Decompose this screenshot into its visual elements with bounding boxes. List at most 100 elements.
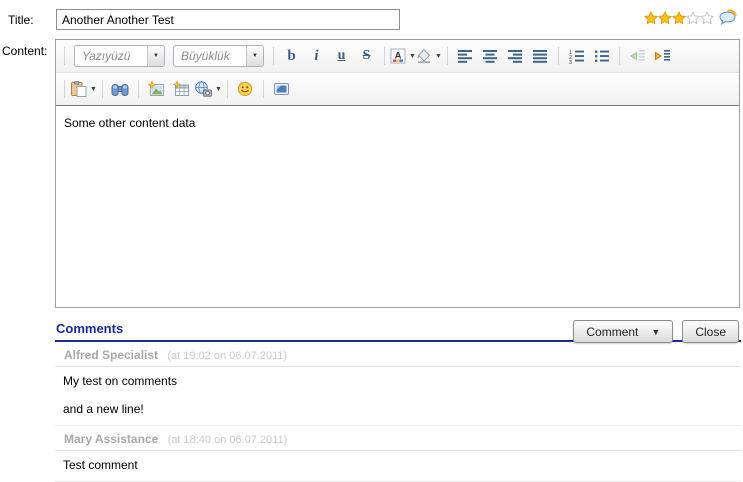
comments-list: Alfred Specialist (at 19:02 on 06.07.201…	[55, 342, 741, 482]
chevron-down-icon: ▼	[434, 52, 442, 60]
underline-icon: u	[337, 48, 346, 63]
toolbar-separator	[226, 80, 228, 98]
indent-icon	[654, 50, 670, 61]
unordered-list-icon	[594, 50, 609, 62]
font-color-button[interactable]: A ▼	[390, 44, 416, 69]
chevron-down-icon[interactable]: ▼	[147, 46, 164, 66]
insert-table-button[interactable]	[169, 77, 194, 102]
comment-bubble-icon[interactable]	[718, 9, 738, 26]
editor-content[interactable]: Some other content data	[56, 106, 739, 307]
comment-body-line	[63, 388, 733, 402]
toolbar-separator	[137, 80, 139, 98]
toolbar-separator	[64, 47, 65, 65]
find-button[interactable]	[108, 77, 133, 102]
chevron-down-icon[interactable]: ▼	[246, 46, 263, 66]
toolbar-separator	[262, 80, 264, 98]
paste-button[interactable]: ▼	[70, 77, 97, 102]
comment-body-line: Test comment	[63, 458, 138, 472]
font-size-value: Büyüklük	[181, 49, 230, 63]
strikethrough-button[interactable]: S	[354, 44, 379, 69]
insert-image-button[interactable]	[144, 77, 169, 102]
comments-section: Comments Comment ▼ Close Alfred Speciali…	[55, 316, 741, 482]
toolbar-separator	[101, 80, 103, 98]
insert-media-icon	[195, 81, 212, 97]
ordered-list-icon: 1 2 3	[569, 50, 584, 64]
paste-icon	[71, 81, 87, 97]
chevron-down-icon: ▼	[409, 52, 416, 60]
comment-body: Test comment	[55, 451, 741, 481]
star-rating-stars[interactable]	[644, 10, 714, 25]
chevron-down-icon: ▼	[651, 326, 661, 337]
screen-icon	[273, 83, 289, 95]
star-icon[interactable]	[686, 10, 700, 25]
justify-button[interactable]	[528, 44, 553, 69]
font-color-icon: A	[390, 48, 406, 64]
toolbar-separator	[557, 47, 559, 65]
editor-toolbar-row1: Yazıyüzü ▼ Büyüklük ▼ b i u S A ▼ ▼ 1 2 …	[56, 40, 739, 73]
align-right-icon	[508, 50, 523, 63]
toolbar-separator	[618, 47, 620, 65]
comment-body: My test on comments and a new line!	[55, 367, 741, 425]
bold-icon: b	[287, 47, 296, 64]
toolbar-separator	[273, 47, 274, 65]
background-color-button[interactable]: ▼	[416, 44, 442, 69]
ordered-list-button[interactable]: 1 2 3	[564, 44, 589, 69]
comment-body-line: My test on comments	[63, 374, 178, 388]
star-rating[interactable]	[644, 9, 738, 26]
close-button-label: Close	[695, 324, 726, 339]
comments-heading: Comments	[56, 321, 124, 336]
comment-author: Mary Assistance	[64, 432, 159, 446]
align-center-icon	[483, 50, 498, 63]
insert-table-icon	[172, 81, 189, 96]
comment-button-label: Comment	[586, 324, 639, 339]
comment-timestamp: (at 18:40 on 06.07.2011)	[167, 434, 288, 446]
content-label: Content:	[2, 44, 48, 58]
close-button[interactable]: Close	[682, 320, 739, 343]
comment-item: Alfred Specialist (at 19:02 on 06.07.201…	[55, 342, 741, 426]
svg-text:3: 3	[569, 60, 572, 64]
unordered-list-button[interactable]	[589, 44, 614, 69]
comment-header: Alfred Specialist (at 19:02 on 06.07.201…	[55, 342, 741, 367]
binoculars-icon	[111, 83, 129, 96]
title-input[interactable]	[56, 9, 400, 30]
italic-button[interactable]: i	[304, 44, 329, 69]
smiley-icon	[238, 81, 253, 97]
star-icon[interactable]	[658, 10, 672, 25]
star-icon[interactable]	[700, 10, 714, 25]
align-left-icon	[458, 50, 473, 63]
comments-actions: Comment ▼ Close	[573, 320, 739, 343]
strikethrough-icon: S	[362, 48, 371, 63]
font-family-combo[interactable]: Yazıyüzü ▼	[74, 45, 165, 67]
comment-item: Mary Assistance (at 18:40 on 06.07.2011)…	[55, 426, 741, 482]
preview-button[interactable]	[269, 77, 294, 102]
outdent-icon	[629, 50, 645, 61]
comments-header: Comments Comment ▼ Close	[55, 316, 741, 343]
justify-icon	[533, 50, 548, 63]
outdent-button[interactable]	[625, 44, 650, 69]
bold-button[interactable]: b	[279, 44, 304, 69]
align-center-button[interactable]	[478, 44, 503, 69]
paint-bucket-icon	[416, 49, 431, 64]
align-left-button[interactable]	[453, 44, 478, 69]
star-icon[interactable]	[644, 10, 658, 25]
font-size-combo[interactable]: Büyüklük ▼	[173, 45, 264, 67]
insert-image-icon	[147, 81, 164, 96]
italic-icon: i	[314, 47, 319, 64]
chevron-down-icon: ▼	[214, 85, 222, 93]
toolbar-separator	[64, 80, 65, 98]
title-label: Title:	[8, 13, 34, 27]
comment-button[interactable]: Comment ▼	[573, 320, 674, 343]
editor-toolbar-row2: ▼ ▼	[56, 73, 739, 106]
indent-button[interactable]	[650, 44, 675, 69]
rich-text-editor: Yazıyüzü ▼ Büyüklük ▼ b i u S A ▼ ▼ 1 2 …	[55, 39, 740, 308]
comment-header: Mary Assistance (at 18:40 on 06.07.2011)	[55, 426, 741, 451]
insert-media-button[interactable]: ▼	[194, 77, 222, 102]
emoticon-button[interactable]	[233, 77, 258, 102]
star-icon[interactable]	[672, 10, 686, 25]
comment-author: Alfred Specialist	[64, 348, 159, 362]
underline-button[interactable]: u	[329, 44, 354, 69]
comment-timestamp: (at 19:02 on 06.07.2011)	[167, 350, 288, 362]
font-family-value: Yazıyüzü	[82, 49, 131, 63]
comment-body-line: and a new line!	[63, 402, 144, 416]
align-right-button[interactable]	[503, 44, 528, 69]
